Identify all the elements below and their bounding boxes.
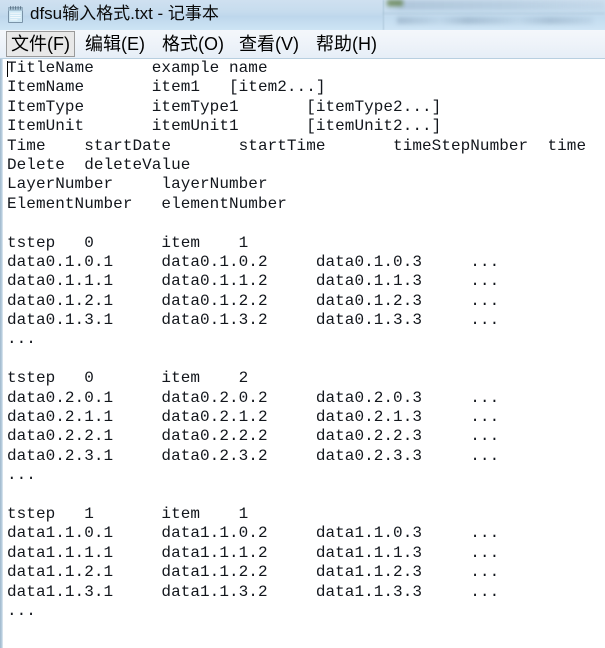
menu-help[interactable]: 帮助(H) (312, 31, 381, 57)
editor-left-border (0, 59, 3, 648)
editor-line: LayerNumber layerNumber (7, 175, 268, 194)
text-editor-area[interactable]: TitleName example name ItemName item1 [it… (0, 59, 605, 648)
notepad-icon (8, 6, 23, 23)
editor-line: ... (7, 330, 36, 349)
editor-text[interactable]: TitleName example name ItemName item1 [it… (7, 59, 605, 621)
editor-line: TitleName example name (7, 59, 268, 77)
window-title: dfsu输入格式.txt - 记事本 (30, 4, 219, 23)
editor-line: ItemType itemType1 [itemType2...] (7, 97, 442, 116)
editor-line: data1.1.1.1 data1.1.1.2 data1.1.1.3 ... (7, 543, 500, 562)
editor-line: data0.2.1.1 data0.2.1.2 data0.2.1.3 ... (7, 408, 500, 427)
editor-line: data0.1.1.1 data0.1.1.2 data0.1.1.3 ... (7, 272, 500, 291)
editor-line: data0.1.0.1 data0.1.0.2 data0.1.0.3 ... (7, 252, 500, 271)
notepad-window: dfsu输入格式.txt - 记事本 文件(F) 编辑(E) 格式(O) 查看(… (0, 0, 605, 648)
editor-line: ItemName item1 [item2...] (7, 78, 326, 97)
editor-line: data1.1.2.1 data1.1.2.2 data1.1.2.3 ... (7, 563, 500, 582)
editor-line: data0.2.3.1 data0.2.3.2 data0.2.3.3 ... (7, 446, 500, 465)
editor-line: Time startDate startTime timeStepNumber … (7, 136, 587, 155)
editor-line: tstep 1 item 1 (7, 504, 249, 523)
editor-line: data0.2.0.1 data0.2.0.2 data0.2.0.3 ... (7, 388, 500, 407)
editor-line: tstep 0 item 1 (7, 233, 249, 252)
menu-edit[interactable]: 编辑(E) (81, 31, 149, 57)
editor-line: data1.1.3.1 data1.1.3.2 data1.1.3.3 ... (7, 582, 500, 601)
editor-line: ... (7, 601, 36, 620)
background-window-glass-reflection (383, 0, 605, 30)
editor-line: Delete deleteValue (7, 155, 191, 174)
editor-line: data0.1.2.1 data0.1.2.2 data0.1.2.3 ... (7, 291, 500, 310)
title-bar[interactable]: dfsu输入格式.txt - 记事本 (0, 0, 605, 30)
editor-line: ElementNumber elementNumber (7, 194, 287, 213)
editor-line: data0.1.3.1 data0.1.3.2 data0.1.3.3 ... (7, 311, 500, 330)
editor-line: ... (7, 466, 36, 485)
editor-line: data1.1.0.1 data1.1.0.2 data1.1.0.3 ... (7, 524, 500, 543)
editor-line: tstep 0 item 2 (7, 369, 249, 388)
menu-format[interactable]: 格式(O) (158, 31, 228, 57)
menu-bar: 文件(F) 编辑(E) 格式(O) 查看(V) 帮助(H) (0, 30, 605, 59)
editor-line: data0.2.2.1 data0.2.2.2 data0.2.2.3 ... (7, 427, 500, 446)
menu-file[interactable]: 文件(F) (6, 31, 75, 57)
menu-view[interactable]: 查看(V) (235, 31, 303, 57)
editor-line: ItemUnit itemUnit1 [itemUnit2...] (7, 117, 442, 136)
